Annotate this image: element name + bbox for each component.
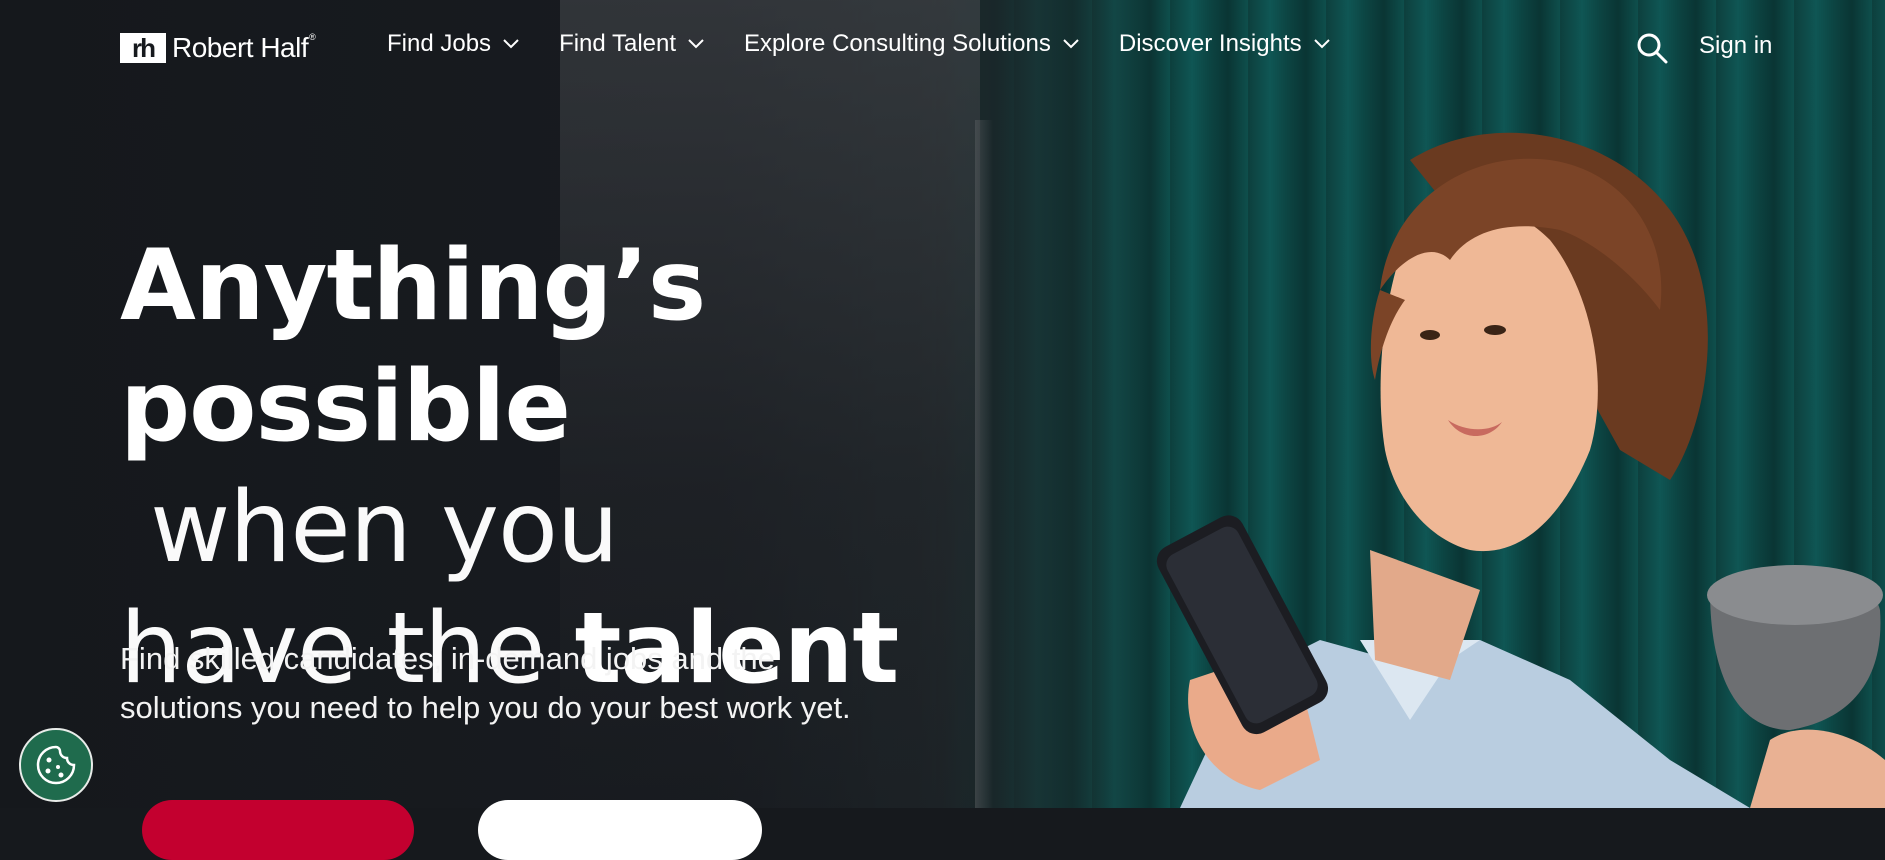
main-nav: Find Jobs Find Talent Explore Consulting… — [387, 30, 1370, 58]
hero-person-image — [1156, 132, 1885, 808]
sign-in-link[interactable]: Sign in — [1699, 32, 1772, 60]
nav-consulting-solutions[interactable]: Explore Consulting Solutions — [744, 30, 1079, 58]
search-icon — [1637, 33, 1668, 64]
brand-logo[interactable]: rh Robert Half® — [120, 32, 316, 64]
secondary-cta-button[interactable] — [478, 800, 762, 860]
logo-text: Robert Half® — [172, 32, 316, 64]
hero-subline-2: solutions you need to help you do your b… — [120, 690, 851, 725]
search-button[interactable] — [1636, 32, 1668, 69]
cookie-settings-button[interactable] — [19, 728, 93, 802]
nav-find-talent[interactable]: Find Talent — [559, 30, 704, 58]
nav-find-jobs[interactable]: Find Jobs — [387, 30, 519, 58]
nav-discover-insights[interactable]: Discover Insights — [1119, 30, 1330, 58]
logo-mark: rh — [120, 33, 166, 63]
hero-subline-1: Find skilled candidates, in-demand jobs … — [120, 641, 775, 676]
primary-cta-button[interactable] — [142, 800, 414, 860]
nav-find-talent-label: Find Talent — [559, 30, 677, 57]
chevron-down-icon — [503, 39, 519, 49]
cookie-icon — [36, 745, 76, 785]
logo-registered: ® — [309, 32, 316, 42]
headline-part1: Anything’s — [120, 229, 706, 343]
chevron-down-icon — [1313, 39, 1330, 49]
headline-part2-bold: possible — [120, 350, 571, 464]
site-header: rh Robert Half® Find Jobs Find Talent Ex… — [0, 0, 1885, 96]
chevron-down-icon — [688, 39, 704, 49]
headline-part2-thin: when you — [120, 471, 619, 585]
nav-find-jobs-label: Find Jobs — [387, 30, 492, 57]
nav-consulting-solutions-label: Explore Consulting Solutions — [744, 30, 1051, 57]
hero-subheadline: Find skilled candidates, in-demand jobs … — [120, 634, 1000, 732]
nav-discover-insights-label: Discover Insights — [1118, 30, 1302, 57]
chevron-down-icon — [1063, 39, 1079, 49]
logo-name: Robert Half — [172, 32, 309, 63]
